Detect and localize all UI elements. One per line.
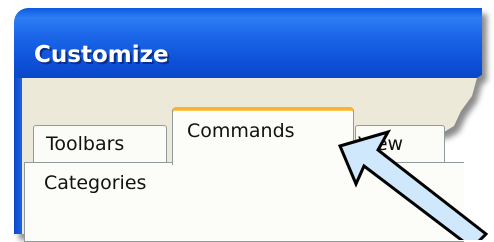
pointer-arrow-icon [337, 129, 489, 240]
annotation-arrow [337, 129, 489, 240]
